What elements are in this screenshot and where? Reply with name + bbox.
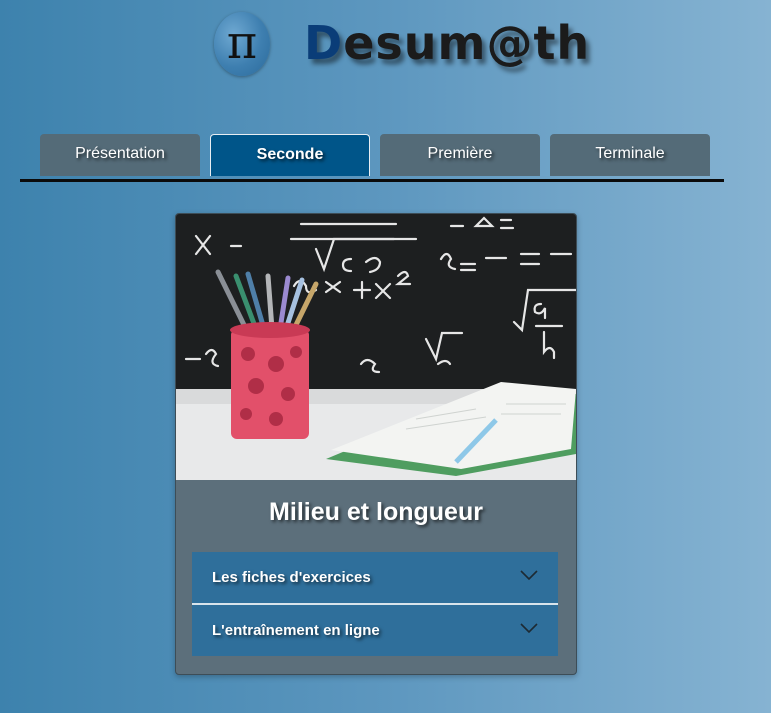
site-logo[interactable]: π Desum@th — [212, 10, 589, 84]
brand-initial: D — [304, 16, 344, 70]
tab-terminale[interactable]: Terminale — [550, 134, 710, 176]
accordion-exercise-sheets[interactable]: Les fiches d'exercices — [192, 552, 558, 603]
tab-seconde[interactable]: Seconde — [210, 134, 370, 176]
pi-icon: π — [226, 15, 258, 69]
accordion-label: L'entraînement en ligne — [212, 622, 380, 639]
tab-underline — [20, 179, 724, 182]
accordion-label: Les fiches d'exercices — [212, 569, 371, 586]
chevron-down-icon — [520, 623, 538, 634]
brand-name: Desum@th — [304, 16, 590, 70]
tab-premiere[interactable]: Première — [380, 134, 540, 176]
chapter-title: Milieu et longueur — [269, 498, 483, 526]
accordion-online-training[interactable]: L'entraînement en ligne — [192, 605, 558, 656]
chevron-down-icon — [520, 570, 538, 581]
brand-rest: esum@th — [343, 16, 591, 70]
chapter-card: Milieu et longueur Les fiches d'exercice… — [175, 213, 577, 675]
tab-presentation[interactable]: Présentation — [40, 134, 200, 176]
chalkboard-pencils-photo — [176, 214, 576, 480]
